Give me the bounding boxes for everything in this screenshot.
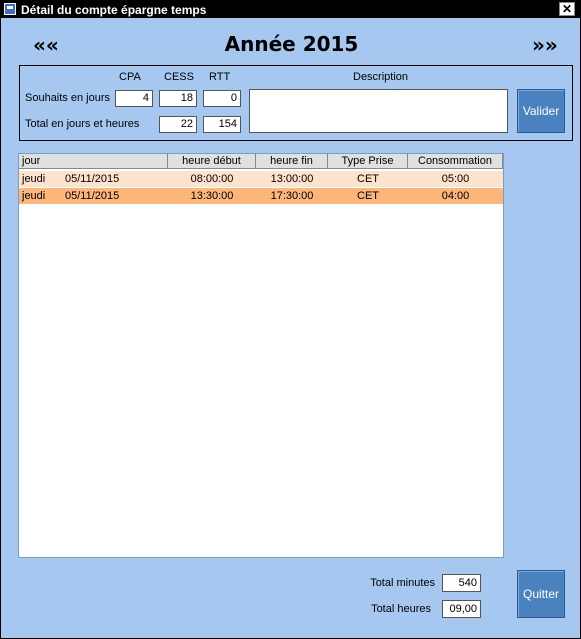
souhaits-row-label: Souhaits en jours bbox=[25, 92, 110, 104]
cpa-column-label: CPA bbox=[119, 71, 141, 83]
souhaits-cess-field[interactable]: 18 bbox=[159, 90, 197, 107]
dialog-window: Détail du compte épargne temps ✕ «« Anné… bbox=[0, 0, 581, 639]
cell-heure-fin: 13:00:00 bbox=[270, 173, 314, 185]
window-title: Détail du compte épargne temps bbox=[21, 3, 207, 17]
time-entries-table[interactable]: jour heure début heure fin Type Prise Co… bbox=[18, 153, 504, 558]
column-header-jour[interactable]: jour bbox=[19, 154, 168, 169]
cell-jour: jeudi bbox=[22, 190, 46, 202]
souhaits-rtt-field[interactable]: 0 bbox=[203, 90, 241, 107]
table-row[interactable]: jeudi 05/11/2015 13:30:00 17:30:00 CET 0… bbox=[19, 188, 503, 204]
cell-heure-fin: 17:30:00 bbox=[270, 190, 314, 202]
cell-type-prise: CET bbox=[357, 190, 379, 202]
cess-column-label: CESS bbox=[164, 71, 194, 83]
souhaits-cpa-field[interactable]: 4 bbox=[115, 90, 153, 107]
cell-date: 05/11/2015 bbox=[65, 173, 120, 185]
column-header-type-prise[interactable]: Type Prise bbox=[328, 154, 408, 169]
savings-form-panel: CPA CESS RTT Description Souhaits en jou… bbox=[19, 65, 573, 141]
cell-jour: jeudi bbox=[22, 173, 46, 185]
table-row[interactable]: jeudi 05/11/2015 08:00:00 13:00:00 CET 0… bbox=[19, 171, 503, 187]
column-header-consommation[interactable]: Consommation bbox=[408, 154, 503, 169]
column-header-heure-fin[interactable]: heure fin bbox=[256, 154, 328, 169]
cell-consommation: 05:00 bbox=[441, 173, 470, 185]
total-heures-label: Total heures bbox=[371, 603, 431, 615]
cell-heure-debut: 08:00:00 bbox=[190, 173, 234, 185]
cell-heure-debut: 13:30:00 bbox=[190, 190, 234, 202]
description-column-label: Description bbox=[353, 71, 409, 83]
column-header-heure-debut[interactable]: heure début bbox=[168, 154, 256, 169]
cell-date: 05/11/2015 bbox=[65, 190, 120, 202]
total-minutes-label: Total minutes bbox=[370, 577, 435, 589]
title-bar[interactable]: Détail du compte épargne temps ✕ bbox=[1, 1, 580, 18]
total-row-label: Total en jours et heures bbox=[25, 118, 140, 130]
total-minutes-field[interactable]: 540 bbox=[442, 574, 481, 592]
cell-consommation: 04:00 bbox=[441, 190, 470, 202]
close-icon[interactable]: ✕ bbox=[559, 2, 575, 16]
cell-type-prise: CET bbox=[357, 173, 379, 185]
year-title: Année 2015 bbox=[224, 32, 359, 56]
valider-button[interactable]: Valider bbox=[517, 89, 565, 133]
description-textarea[interactable] bbox=[249, 89, 508, 133]
total-cess-field[interactable]: 22 bbox=[159, 116, 197, 133]
next-year-button[interactable]: »» bbox=[532, 33, 558, 57]
total-heures-field[interactable]: 09,00 bbox=[442, 600, 481, 618]
app-icon bbox=[4, 3, 16, 15]
quitter-button[interactable]: Quitter bbox=[517, 570, 565, 618]
total-rtt-field[interactable]: 154 bbox=[203, 116, 241, 133]
rtt-column-label: RTT bbox=[209, 71, 231, 83]
